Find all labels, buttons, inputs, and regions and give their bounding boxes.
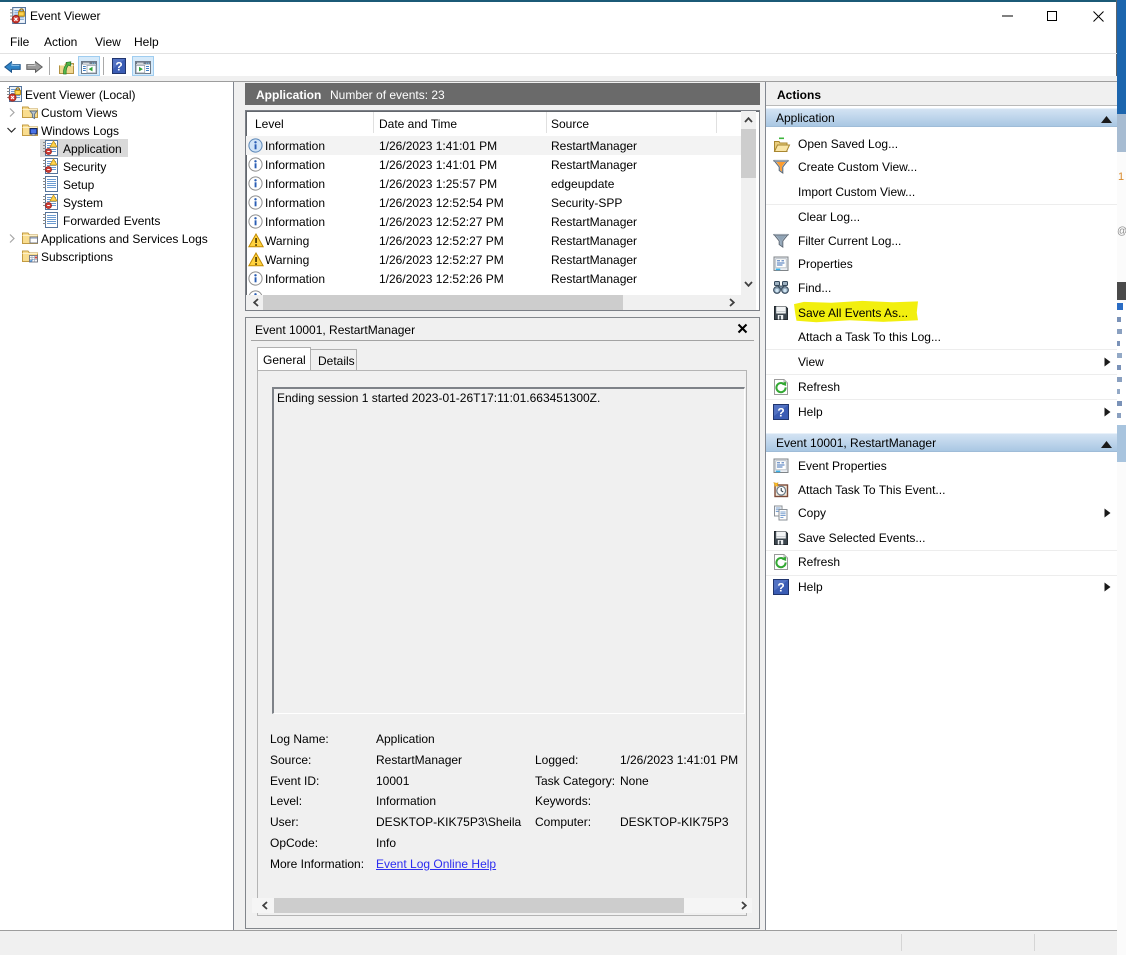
svg-text:?: ? [777, 581, 784, 595]
svg-text:?: ? [777, 406, 784, 420]
svg-text:?: ? [115, 60, 122, 74]
